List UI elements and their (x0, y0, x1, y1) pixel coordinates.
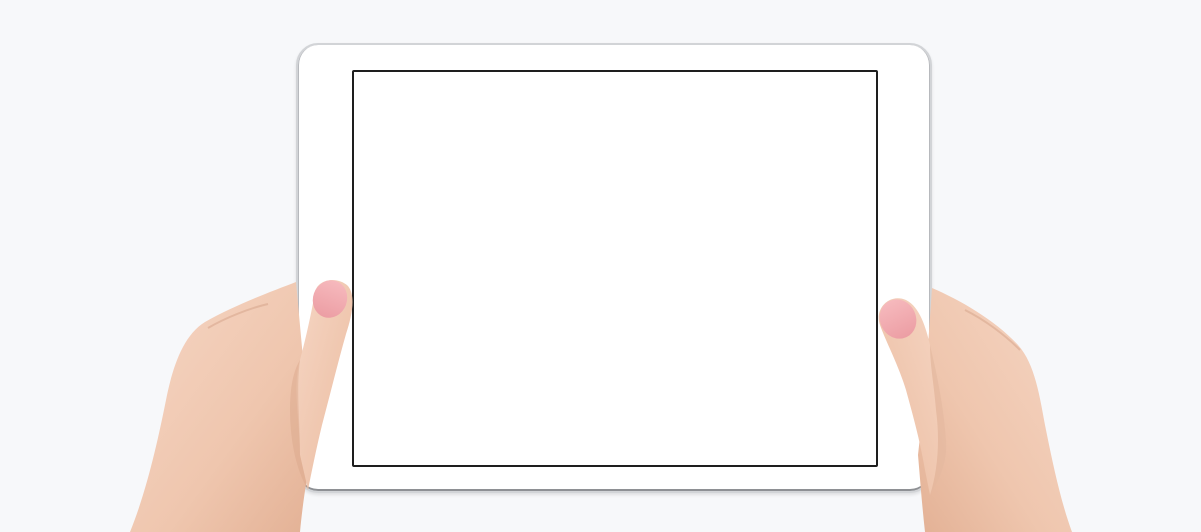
right-hand (878, 288, 1072, 532)
tablet-photo-scene (0, 0, 1201, 532)
